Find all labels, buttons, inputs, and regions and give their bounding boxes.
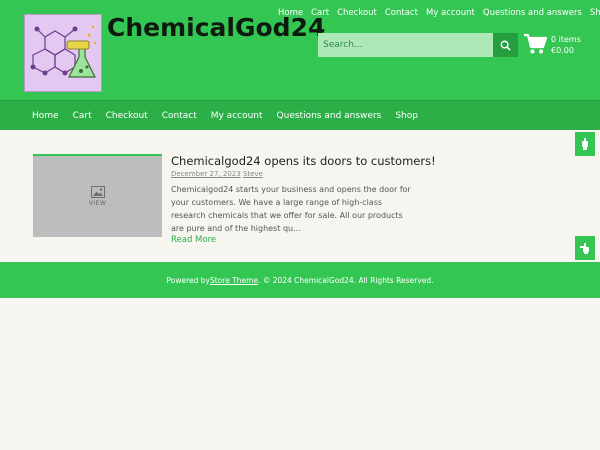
footer-copyright: . © 2024 ChemicalGod24. All Rights Reser… bbox=[258, 275, 434, 285]
main-nav-cart[interactable]: Cart bbox=[73, 111, 92, 121]
top-nav-home[interactable]: Home bbox=[278, 8, 303, 18]
post-title[interactable]: Chemicalgod24 opens its doors to custome… bbox=[171, 154, 436, 168]
site-logo[interactable] bbox=[24, 14, 102, 92]
chemistry-logo-icon bbox=[30, 25, 97, 78]
post-excerpt: Chemicalgod24 starts your business and o… bbox=[171, 185, 411, 233]
thumbnail-view-label: VIEW bbox=[88, 200, 107, 207]
image-placeholder-icon bbox=[90, 186, 105, 198]
top-nav-checkout[interactable]: Checkout bbox=[337, 8, 377, 18]
post-author[interactable]: Steve bbox=[243, 170, 263, 178]
cart-total: €0.00 bbox=[551, 46, 574, 55]
main-nav-shop[interactable]: Shop bbox=[395, 111, 418, 121]
footer-prefix: Powered by bbox=[166, 275, 210, 285]
top-nav-contact[interactable]: Contact bbox=[385, 8, 418, 18]
main-nav-my-account[interactable]: My account bbox=[211, 111, 263, 121]
search-form bbox=[318, 33, 518, 57]
site-footer: Powered by Store Theme . © 2024 Chemical… bbox=[0, 262, 600, 298]
side-toggle-button-top[interactable] bbox=[575, 132, 595, 156]
search-button[interactable] bbox=[493, 33, 518, 57]
top-nav-cart[interactable]: Cart bbox=[311, 8, 329, 18]
search-input[interactable] bbox=[318, 33, 494, 57]
site-header: ChemicalGod24 Home Cart Checkout Contact… bbox=[0, 0, 600, 100]
hand-icon bbox=[582, 138, 588, 150]
main-nav-checkout[interactable]: Checkout bbox=[106, 111, 148, 121]
top-navigation: Home Cart Checkout Contact My account Qu… bbox=[278, 8, 600, 18]
top-nav-shop[interactable]: Shop bbox=[590, 8, 600, 18]
main-navigation: Home Cart Checkout Contact My account Qu… bbox=[0, 100, 600, 130]
read-more-link[interactable]: Read More bbox=[171, 235, 216, 245]
search-icon bbox=[500, 40, 511, 51]
main-nav-contact[interactable]: Contact bbox=[162, 111, 197, 121]
post-date[interactable]: December 27, 2023 bbox=[171, 170, 241, 178]
top-nav-my-account[interactable]: My account bbox=[426, 8, 475, 18]
side-toggle-button-bottom[interactable] bbox=[575, 236, 595, 260]
post-meta: December 27, 2023 Steve bbox=[171, 170, 263, 178]
post-thumbnail[interactable]: VIEW bbox=[33, 154, 162, 237]
main-nav-home[interactable]: Home bbox=[32, 111, 59, 121]
cart-summary[interactable]: 0 items €0.00 bbox=[551, 34, 581, 56]
footer-theme-link[interactable]: Store Theme bbox=[210, 276, 258, 285]
pointer-hand-icon bbox=[580, 243, 589, 254]
top-nav-questions[interactable]: Questions and answers bbox=[483, 8, 582, 18]
cart-item-count: 0 items bbox=[551, 35, 581, 44]
main-nav-questions[interactable]: Questions and answers bbox=[277, 111, 382, 121]
cart-icon[interactable] bbox=[523, 33, 548, 55]
